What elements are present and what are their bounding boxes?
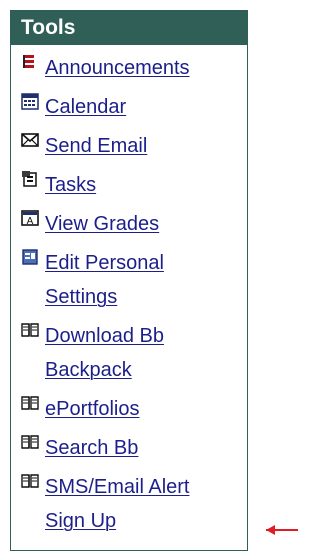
tool-item-calendar[interactable]: Calendar: [19, 90, 244, 124]
tool-item-send-email[interactable]: Send Email: [19, 129, 244, 163]
tool-item-view-grades[interactable]: A View Grades: [19, 207, 244, 241]
book-icon: [19, 470, 41, 492]
tool-item-search-bb[interactable]: Search Bb: [19, 431, 244, 465]
announcement-icon: [19, 51, 41, 73]
tool-item-tasks[interactable]: Tasks: [19, 168, 244, 202]
tool-label-download-bb-backpack[interactable]: Download Bb Backpack: [45, 319, 230, 387]
tool-label-announcements[interactable]: Announcements: [45, 51, 190, 85]
tool-item-edit-personal-settings[interactable]: Edit Personal Settings: [19, 246, 244, 314]
tool-item-announcements[interactable]: Announcements: [19, 51, 244, 85]
tools-panel: Tools Announcements Calendar Send Email …: [10, 10, 248, 551]
calendar-icon: [19, 90, 41, 112]
tool-label-send-email[interactable]: Send Email: [45, 129, 147, 163]
grades-icon: A: [19, 207, 41, 229]
red-arrow-icon: [266, 525, 298, 535]
book-icon: [19, 319, 41, 341]
tool-label-tasks[interactable]: Tasks: [45, 168, 96, 202]
settings-icon: [19, 246, 41, 268]
tool-label-eportfolios[interactable]: ePortfolios: [45, 392, 140, 426]
tool-item-sms-email-alert-sign-up[interactable]: SMS/Email Alert Sign Up: [19, 470, 244, 538]
book-icon: [19, 392, 41, 414]
tool-label-sms-email-alert-sign-up[interactable]: SMS/Email Alert Sign Up: [45, 470, 230, 538]
tool-item-download-bb-backpack[interactable]: Download Bb Backpack: [19, 319, 244, 387]
email-icon: [19, 129, 41, 151]
tool-label-calendar[interactable]: Calendar: [45, 90, 126, 124]
tools-list: Announcements Calendar Send Email Tasks …: [11, 45, 247, 550]
tool-label-search-bb[interactable]: Search Bb: [45, 431, 138, 465]
tool-label-edit-personal-settings[interactable]: Edit Personal Settings: [45, 246, 230, 314]
tasks-icon: [19, 168, 41, 190]
svg-text:A: A: [27, 216, 34, 227]
tool-label-view-grades[interactable]: View Grades: [45, 207, 159, 241]
tools-header: Tools: [11, 11, 247, 45]
tool-item-eportfolios[interactable]: ePortfolios: [19, 392, 244, 426]
book-icon: [19, 431, 41, 453]
